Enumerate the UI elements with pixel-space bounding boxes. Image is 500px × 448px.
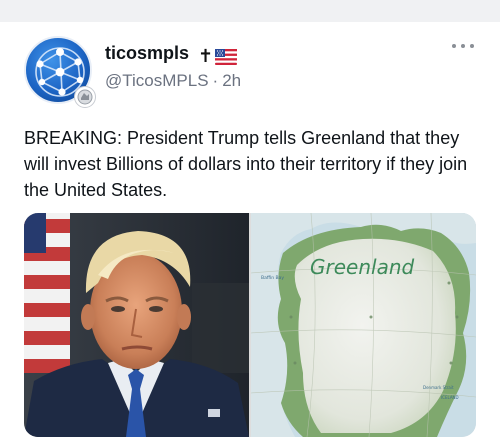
portrait-photo[interactable] xyxy=(24,213,249,437)
more-options-button[interactable] xyxy=(452,40,474,52)
post-timestamp[interactable]: 2h xyxy=(222,71,241,90)
post-text: BREAKING: President Trump tells Greenlan… xyxy=(24,128,468,200)
greenland-map[interactable]: Baffin Bay Denmark Strait ICELAND xyxy=(251,213,476,437)
name-badges: ✝ xyxy=(198,46,238,67)
top-strip xyxy=(0,0,500,22)
map-label: Greenland xyxy=(310,255,415,279)
svg-text:ICELAND: ICELAND xyxy=(441,395,459,400)
more-horizontal-icon xyxy=(452,44,456,48)
user-handle[interactable]: @TicosMPLS xyxy=(105,71,209,90)
more-dot xyxy=(470,44,474,48)
meta-separator: · xyxy=(212,71,219,90)
verified-seal-icon xyxy=(74,86,96,108)
display-name[interactable]: ticosmpls xyxy=(105,43,189,64)
svg-text:Baffin Bay: Baffin Bay xyxy=(261,275,284,281)
cross-icon: ✝ xyxy=(198,46,214,66)
more-dot xyxy=(461,44,465,48)
media-grid[interactable]: Baffin Bay Denmark Strait ICELAND Greenl… xyxy=(24,213,476,437)
post-card[interactable]: ticosmpls ✝ @TicosMPLS · 2h BREAKING: Pres… xyxy=(0,22,500,448)
post-meta: @TicosMPLS · 2h xyxy=(105,71,241,91)
us-flag-icon xyxy=(215,48,238,65)
svg-text:Denmark Strait: Denmark Strait xyxy=(423,385,454,390)
